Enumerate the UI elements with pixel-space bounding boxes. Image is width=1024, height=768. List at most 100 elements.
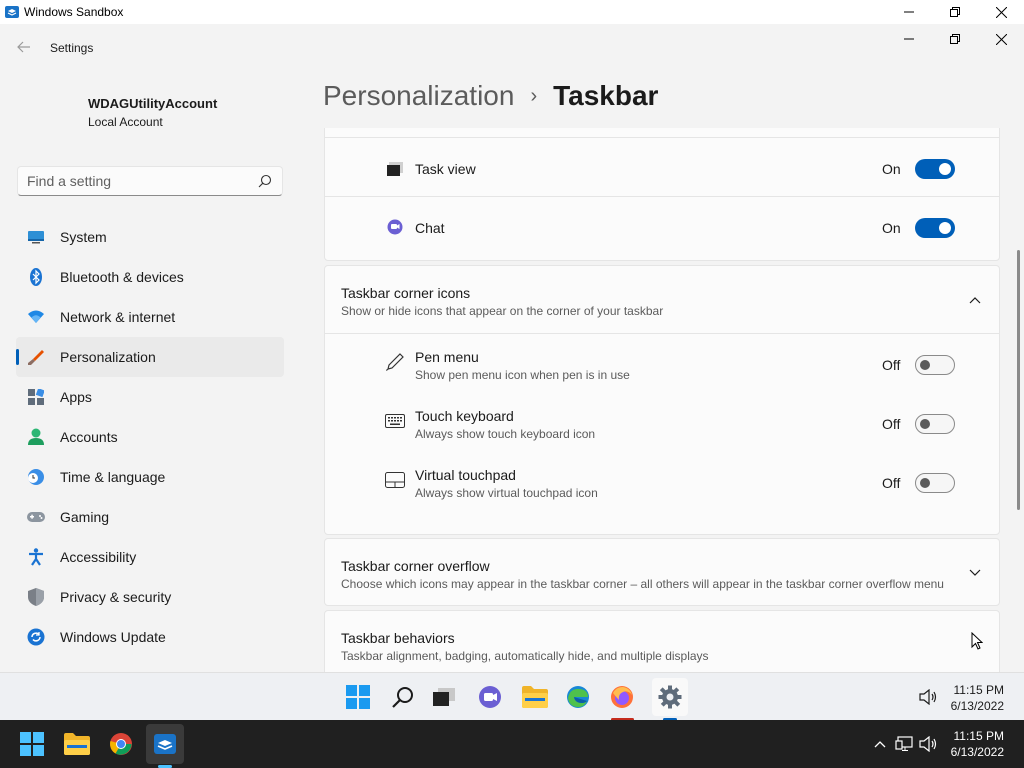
sidebar-item-accessibility[interactable]: Accessibility [16, 537, 284, 577]
account-name: WDAGUtilityAccount [88, 96, 218, 111]
touch-keyboard-label: Touch keyboard [415, 408, 514, 424]
sidebar-item-label: System [60, 229, 107, 245]
sandbox-minimize-button[interactable] [886, 0, 932, 24]
sidebar-item-time-language[interactable]: Time & language [16, 457, 284, 497]
sidebar-item-bluetooth[interactable]: Bluetooth & devices [16, 257, 284, 297]
sidebar-item-label: Privacy & security [60, 589, 172, 605]
sidebar-item-label: Accounts [60, 429, 118, 445]
person-icon [27, 428, 45, 446]
sandbox-clock-date: 6/13/2022 [950, 699, 1004, 713]
sidebar-nav: System Bluetooth & devices Network & int… [16, 217, 284, 657]
touchpad-icon [385, 470, 405, 490]
sidebar-item-apps[interactable]: Apps [16, 377, 284, 417]
sidebar-item-personalization[interactable]: Personalization [16, 337, 284, 377]
settings-close-button[interactable] [978, 24, 1024, 54]
taskbar-chat-button[interactable] [474, 681, 506, 713]
settings-minimize-button[interactable] [886, 24, 932, 54]
taskbar-file-explorer-button[interactable] [519, 681, 551, 713]
behaviors-title: Taskbar behaviors [341, 630, 455, 646]
taskbar-settings-button[interactable] [652, 678, 688, 716]
chevron-up-icon[interactable] [967, 292, 983, 308]
chat-toggle[interactable] [915, 218, 955, 238]
settings-restore-button[interactable] [932, 24, 978, 54]
scrollbar[interactable] [1017, 250, 1020, 510]
close-icon [995, 33, 1007, 45]
chevron-down-icon[interactable] [967, 565, 983, 581]
task-view-label: Task view [415, 161, 476, 177]
sandbox-clock-time: 11:15 PM [953, 683, 1004, 697]
restore-icon [950, 34, 960, 44]
close-icon [995, 6, 1007, 18]
corner-overflow-subtitle: Choose which icons may appear in the tas… [341, 577, 944, 591]
sidebar-item-system[interactable]: System [16, 217, 284, 257]
page-title: Taskbar [553, 80, 659, 111]
host-clock-time: 11:15 PM [953, 729, 1004, 743]
taskbar-task-view-button[interactable] [428, 681, 460, 713]
host-chrome-button[interactable] [105, 728, 137, 760]
sidebar-item-label: Accessibility [60, 549, 137, 565]
search-icon [392, 687, 413, 708]
sidebar-item-gaming[interactable]: Gaming [16, 497, 284, 537]
sidebar-item-label: Apps [60, 389, 92, 405]
account-type: Local Account [88, 115, 163, 129]
corner-icons-header[interactable]: Taskbar corner icons Show or hide icons … [325, 266, 1000, 333]
speaker-icon [919, 736, 937, 752]
taskbar-firefox-button[interactable] [606, 681, 638, 713]
sandbox-close-button[interactable] [978, 0, 1024, 24]
host-clock[interactable]: 11:15 PM 6/13/2022 [942, 728, 1004, 760]
sidebar-item-network[interactable]: Network & internet [16, 297, 284, 337]
bluetooth-icon [27, 268, 45, 286]
sidebar-item-windows-update[interactable]: Windows Update [16, 617, 284, 657]
host-taskbar: 11:15 PM 6/13/2022 [0, 720, 1024, 768]
sandbox-app-icon [154, 734, 176, 754]
touch-keyboard-sub: Always show touch keyboard icon [415, 427, 596, 441]
corner-overflow-card[interactable]: Taskbar corner overflow Choose which ico… [324, 538, 1000, 606]
sidebar-item-privacy-security[interactable]: Privacy & security [16, 577, 284, 617]
search-box[interactable] [17, 166, 283, 196]
edge-icon [567, 686, 589, 708]
host-volume-button[interactable] [912, 728, 944, 760]
virtual-touchpad-label: Virtual touchpad [415, 467, 516, 483]
back-button[interactable] [10, 36, 38, 58]
brush-icon [27, 348, 45, 366]
touch-keyboard-toggle[interactable] [915, 414, 955, 434]
search-icon[interactable] [258, 174, 272, 188]
corner-icons-card: Taskbar corner icons Show or hide icons … [324, 265, 1000, 535]
sandbox-title: Windows Sandbox [24, 5, 124, 19]
breadcrumb-parent[interactable]: Personalization [323, 80, 514, 112]
minimize-icon [904, 38, 914, 40]
breadcrumb: Personalization › Taskbar [323, 80, 658, 112]
gear-icon [658, 685, 682, 709]
sandbox-taskbar: 11:15 PM 6/13/2022 [0, 672, 1024, 721]
clock-globe-icon [27, 468, 45, 486]
sidebar-item-accounts[interactable]: Accounts [16, 417, 284, 457]
taskbar-search-button[interactable] [387, 681, 419, 713]
sandbox-restore-button[interactable] [932, 0, 978, 24]
corner-overflow-title: Taskbar corner overflow [341, 558, 490, 574]
task-view-icon [433, 688, 455, 706]
gamepad-icon [27, 508, 45, 526]
sandbox-title-bar: Windows Sandbox [0, 0, 1024, 24]
chat-icon [385, 217, 405, 237]
divider [325, 333, 1000, 334]
behaviors-card[interactable]: Taskbar behaviors Taskbar alignment, bad… [324, 610, 1000, 672]
sandbox-clock[interactable]: 11:15 PM 6/13/2022 [942, 682, 1004, 714]
search-input[interactable] [18, 167, 248, 195]
host-file-explorer-button[interactable] [61, 728, 93, 760]
windows-logo-icon [346, 685, 370, 709]
update-icon [27, 628, 45, 646]
host-start-button[interactable] [16, 728, 48, 760]
host-sandbox-button[interactable] [146, 724, 184, 764]
taskbar-items-card: Task view On Chat On [324, 128, 1000, 261]
start-button[interactable] [342, 681, 374, 713]
pen-menu-toggle[interactable] [915, 355, 955, 375]
task-view-toggle[interactable] [915, 159, 955, 179]
virtual-touchpad-toggle[interactable] [915, 473, 955, 493]
settings-title-bar: Settings [0, 24, 1024, 70]
volume-button[interactable] [912, 681, 944, 713]
keyboard-icon [385, 411, 405, 431]
sidebar-item-label: Gaming [60, 509, 110, 525]
corner-icons-subtitle: Show or hide icons that appear on the co… [341, 304, 664, 318]
divider [325, 137, 1000, 138]
taskbar-edge-button[interactable] [562, 681, 594, 713]
